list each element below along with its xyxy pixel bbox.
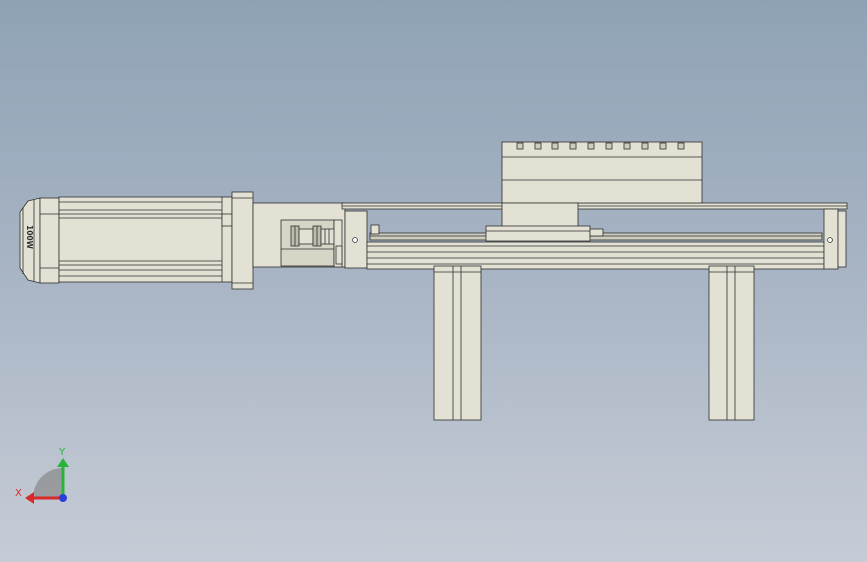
carriage-plate (501, 141, 703, 204)
support-leg-left[interactable] (433, 265, 482, 421)
screw-bearing-left (370, 224, 380, 235)
coupling-spider (298, 228, 314, 245)
cad-graphics-area[interactable]: 100W Y X (0, 0, 867, 562)
orientation-triad[interactable]: Y X (15, 447, 69, 504)
carriage[interactable] (485, 141, 703, 242)
z-axis-marker (59, 494, 67, 502)
coupling-housing[interactable] (252, 202, 346, 268)
triad-plane-sector (33, 468, 63, 498)
support-leg-right-body (708, 265, 755, 421)
linear-actuator-assembly[interactable]: 100W (19, 141, 848, 421)
motor-label: 100W (25, 225, 34, 250)
motor-cap-ring (39, 197, 60, 284)
servo-motor[interactable]: 100W (19, 196, 233, 284)
x-axis-label: X (15, 488, 22, 499)
carriage-nut-block (485, 225, 591, 242)
y-axis-label: Y (58, 447, 66, 458)
motor-flange (231, 191, 254, 290)
far-end-bolt (827, 237, 833, 243)
carriage-neck (501, 202, 579, 229)
carriage-wiper (589, 228, 604, 237)
x-axis-arrow-head (25, 492, 34, 504)
end-block-bolt (352, 237, 358, 243)
y-axis-arrow-head (57, 458, 69, 467)
support-leg-right[interactable] (708, 265, 755, 421)
motor-boss (221, 213, 233, 227)
coupling-hub (320, 228, 336, 245)
support-leg-left-body (433, 265, 482, 421)
